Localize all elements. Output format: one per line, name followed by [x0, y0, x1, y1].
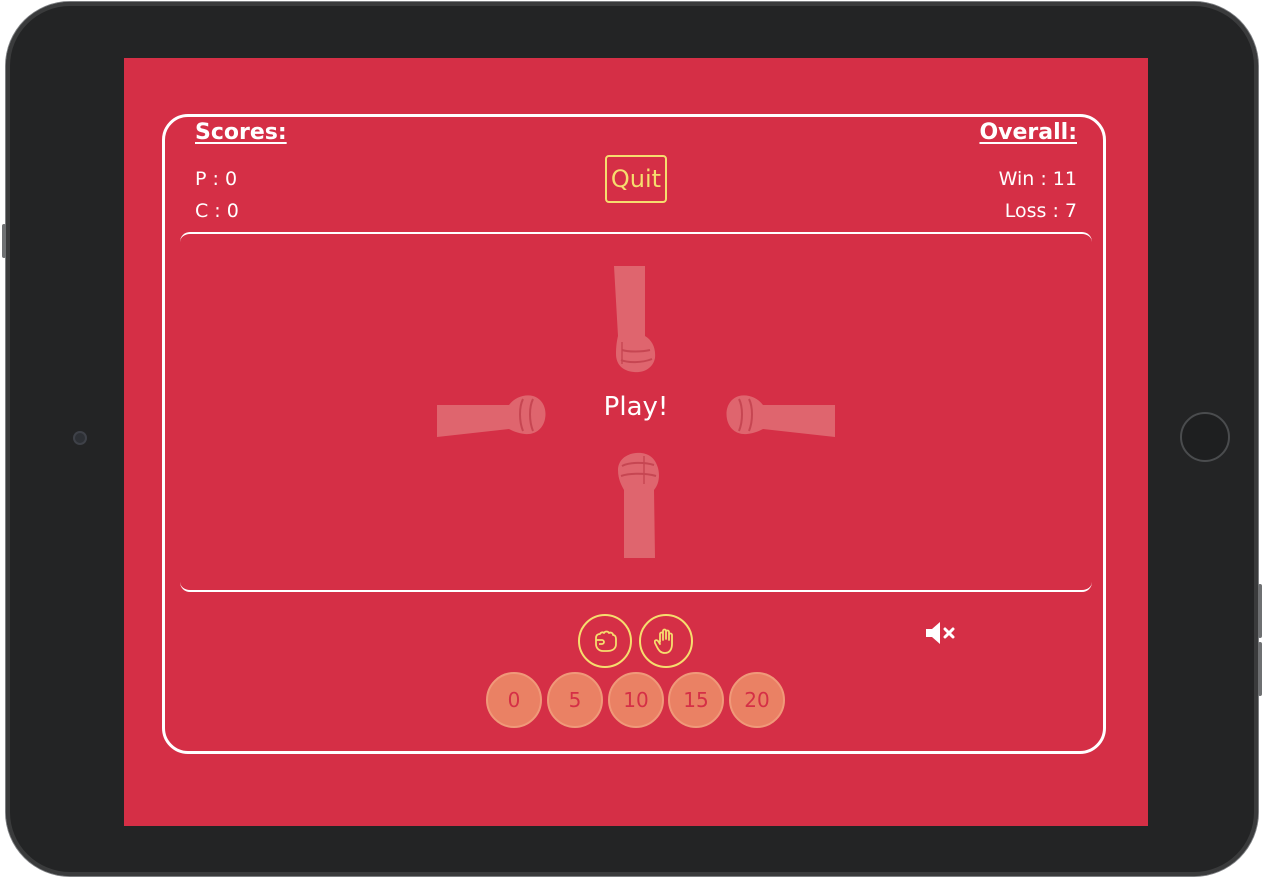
- scores-heading: Scores:: [195, 120, 287, 145]
- tablet-side-button: [1258, 642, 1262, 696]
- bet-chip-5[interactable]: 5: [547, 672, 603, 728]
- computer-score: C : 0: [195, 200, 239, 222]
- left-fist-icon: [437, 395, 546, 437]
- play-status: Play!: [603, 392, 669, 422]
- computer-fist-icon: [614, 266, 656, 373]
- tablet-side-button: [2, 224, 6, 258]
- fist-icon: [595, 630, 617, 652]
- player-score: P : 0: [195, 168, 238, 190]
- overall-heading: Overall:: [979, 120, 1077, 145]
- player-fist-icon: [618, 452, 659, 558]
- paper-button[interactable]: [639, 614, 693, 668]
- bet-chip-15[interactable]: 15: [668, 672, 724, 728]
- bet-chip-0[interactable]: 0: [486, 672, 542, 728]
- camera-icon: [75, 433, 85, 443]
- wins-count: Win : 11: [998, 168, 1077, 190]
- tablet-side-button: [1258, 584, 1262, 638]
- home-button[interactable]: [1180, 412, 1230, 462]
- bet-chip-20[interactable]: 20: [729, 672, 785, 728]
- rock-button[interactable]: [578, 614, 632, 668]
- quit-button[interactable]: Quit: [605, 155, 667, 203]
- right-fist-icon: [726, 395, 835, 437]
- speaker-muted-icon[interactable]: [923, 619, 957, 647]
- open-hand-icon: [654, 628, 673, 654]
- losses-count: Loss : 7: [1004, 200, 1077, 222]
- tablet-device: Scores: P : 0 C : 0 Quit Overall: Win : …: [2, 2, 1262, 876]
- game-screen: Scores: P : 0 C : 0 Quit Overall: Win : …: [124, 58, 1148, 826]
- bet-chip-10[interactable]: 10: [608, 672, 664, 728]
